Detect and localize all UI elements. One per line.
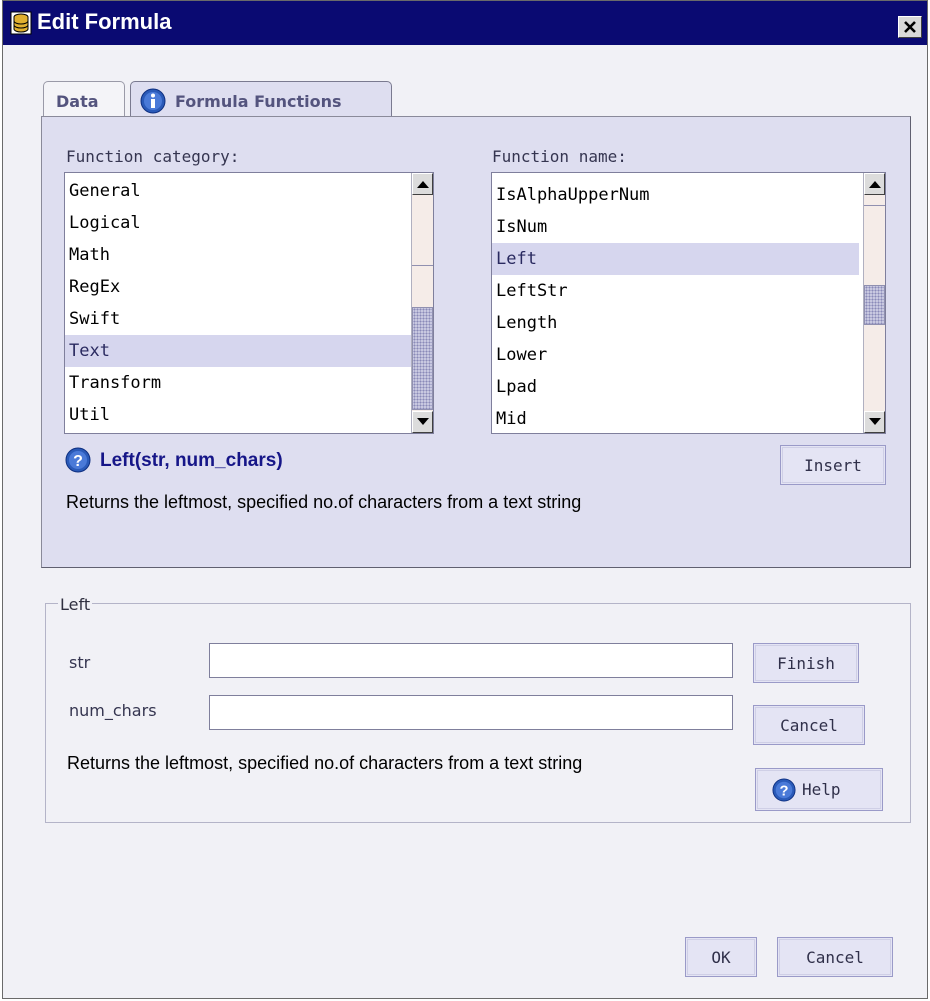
function-description: Returns the leftmost, specified no.of ch… — [66, 492, 582, 512]
function-name-list[interactable]: IsAlphaUpperNum IsNum Left LeftStr Lengt… — [491, 172, 886, 434]
list-item[interactable]: RegEx — [69, 271, 120, 303]
help-button[interactable]: ? Help — [755, 768, 883, 811]
param-input-str[interactable] — [209, 643, 733, 678]
function-category-label: Function category: — [66, 147, 240, 166]
info-icon — [140, 88, 166, 114]
help-icon: ? — [65, 447, 91, 473]
param-label-num-chars: num_chars — [69, 701, 157, 720]
list-item[interactable]: Math — [69, 239, 110, 271]
list-item[interactable]: Transform — [69, 367, 161, 399]
list-item[interactable]: General — [69, 175, 141, 207]
scroll-up-button[interactable] — [864, 173, 885, 195]
arrow-up-icon — [417, 181, 429, 188]
list-item-selected[interactable]: Text — [65, 335, 431, 367]
formula-functions-panel: Function category: General Logical Math … — [41, 116, 911, 568]
svg-text:?: ? — [779, 784, 788, 800]
tab-data[interactable]: Data — [43, 81, 125, 119]
tab-formula-functions-label: Formula Functions — [175, 92, 342, 111]
list-item[interactable]: Swift — [69, 303, 120, 335]
edit-formula-dialog: Edit Formula Data Formula Functions Func… — [2, 0, 928, 999]
tab-data-label: Data — [56, 92, 99, 111]
svg-text:?: ? — [73, 453, 83, 470]
database-icon — [10, 11, 32, 35]
list-item[interactable]: IsAlphaUpperNum — [496, 179, 650, 211]
list-item[interactable]: Lpad — [496, 371, 537, 403]
list-item[interactable]: Mid — [496, 403, 527, 433]
arrow-down-icon — [869, 418, 881, 425]
list-item-selected[interactable]: Left — [492, 243, 859, 275]
param-label-str: str — [69, 653, 91, 672]
function-name-label: Function name: — [492, 147, 627, 166]
help-button-label: Help — [802, 780, 841, 799]
insert-button[interactable]: Insert — [780, 445, 886, 485]
param-input-num-chars[interactable] — [209, 695, 733, 730]
cancel-param-button[interactable]: Cancel — [753, 705, 865, 745]
function-category-list[interactable]: General Logical Math RegEx Swift Text Tr… — [64, 172, 434, 434]
list-item[interactable]: IsNum — [496, 211, 547, 243]
function-signature-text: Left(str, num_chars) — [100, 450, 283, 471]
function-scrollbar[interactable] — [863, 173, 885, 433]
parameters-description: Returns the leftmost, specified no.of ch… — [67, 753, 583, 773]
close-button[interactable] — [898, 16, 922, 38]
scroll-down-button[interactable] — [412, 411, 433, 433]
window-title: Edit Formula — [37, 9, 172, 34]
finish-button[interactable]: Finish — [753, 643, 859, 683]
scroll-track-divider — [412, 265, 433, 266]
scroll-down-button[interactable] — [864, 411, 885, 433]
category-scrollbar[interactable] — [411, 173, 433, 433]
scroll-track-divider — [864, 205, 885, 206]
cancel-button[interactable]: Cancel — [777, 937, 893, 977]
list-item[interactable]: Lower — [496, 339, 547, 371]
list-item[interactable]: Length — [496, 307, 557, 339]
help-icon: ? — [772, 778, 796, 802]
ok-button[interactable]: OK — [685, 937, 757, 977]
tab-formula-functions[interactable]: Formula Functions — [130, 81, 392, 119]
title-bar: Edit Formula — [3, 1, 927, 45]
list-item[interactable]: LeftStr — [496, 275, 568, 307]
arrow-down-icon — [417, 418, 429, 425]
parameters-group-legend: Left — [58, 595, 93, 614]
arrow-up-icon — [869, 181, 881, 188]
scroll-thumb[interactable] — [864, 285, 885, 325]
scroll-thumb[interactable] — [412, 307, 433, 410]
list-item[interactable]: Util — [69, 399, 110, 431]
scroll-up-button[interactable] — [412, 173, 433, 195]
list-item[interactable]: Logical — [69, 207, 141, 239]
close-icon — [904, 21, 916, 33]
